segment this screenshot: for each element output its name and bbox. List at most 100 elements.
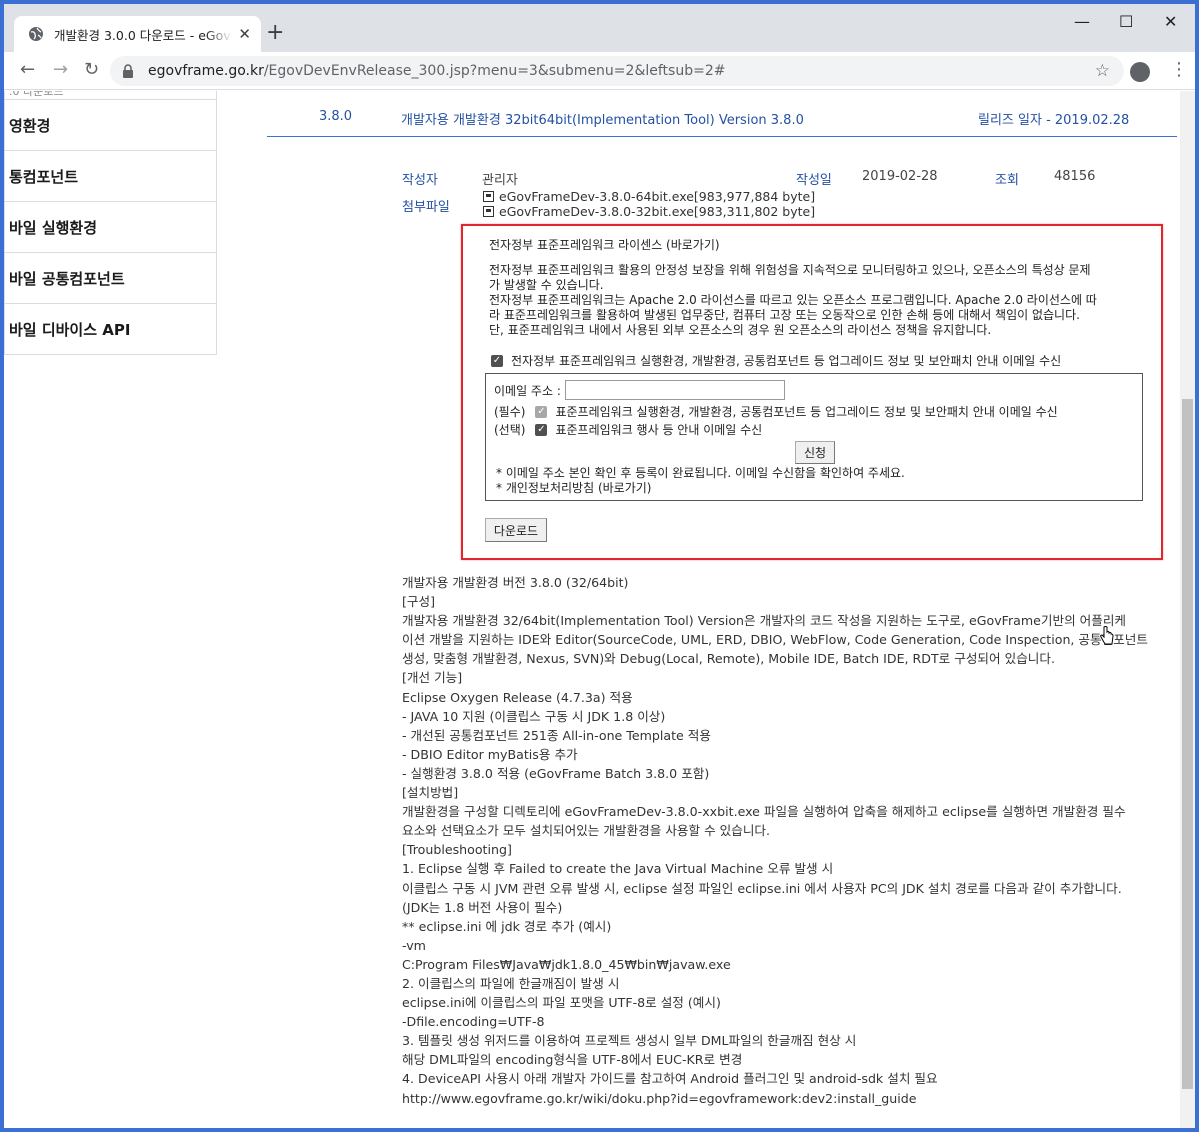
release-description: 개발자용 개발환경 버전 3.8.0 (32/64bit) [구성] 개발자용 …	[402, 573, 1162, 1108]
sidebar-item-mobile-common-component[interactable]: 바일 공통컴포넌트	[4, 253, 217, 304]
release-header: 3.8.0 개발자용 개발환경 32bit64bit(Implementatio…	[267, 91, 1177, 137]
tab-strip: 개발환경 3.0.0 다운로드 - eGovFrame ✕ + — ☐ ✕	[4, 4, 1195, 52]
scrollbar-thumb[interactable]	[1182, 399, 1193, 1089]
sidebar-item-operation-env[interactable]: 영환경	[4, 100, 217, 151]
description-line: -vm	[402, 937, 426, 953]
minimize-button[interactable]: —	[1074, 14, 1090, 30]
required-label: 표준프레임워크 실행환경, 개발환경, 공통컴포넌트 등 업그레이드 정보 및 …	[555, 405, 1058, 419]
description-line: eclipse.ini에 이클립스의 파일 포맷을 UTF-8로 설정 (예시)	[402, 995, 721, 1011]
release-date: 릴리즈 일자 - 2019.02.28	[978, 113, 1130, 128]
license-text: 전자정부 표준프레임워크 활용의 안정성 보장을 위해 위험성을 지속적으로 모…	[489, 263, 1149, 338]
description-line: ** eclipse.ini 에 jdk 경로 추가 (예시)	[402, 918, 612, 934]
description-line: - 실행환경 3.8.0 적용 (eGovFrame Batch 3.8.0 포…	[402, 765, 710, 781]
attachment-filename: eGovFrameDev-3.8.0-32bit.exe[983,311,802…	[499, 204, 816, 219]
disk-icon	[483, 191, 494, 202]
release-version: 3.8.0	[319, 109, 353, 124]
description-line: 생성, 맞춤형 개발환경, Nexus, SVN)와 Debug(Local, …	[402, 651, 1055, 667]
description-link[interactable]: http://www.egovframe.go.kr/wiki/doku.php…	[402, 1089, 1162, 1108]
required-checkbox: ✓	[535, 405, 548, 418]
license-line: 전자정부 표준프레임워크는 Apache 2.0 라이선스를 따르고 있는 오픈…	[489, 293, 1097, 307]
download-button[interactable]: 다운로드	[485, 518, 547, 542]
sidebar-item-mobile-runtime[interactable]: 바일 실행환경	[4, 202, 217, 253]
description-line: [개선 기능]	[402, 670, 463, 686]
license-line: 가 발생할 수 있습니다.	[489, 278, 604, 292]
description-line: 해당 DML파일의 encoding형식을 UTF-8에서 EUC-KR로 변경	[402, 1052, 743, 1068]
email-row: 이메일 주소 :	[494, 380, 785, 400]
menu-kebab-icon[interactable]: ⋮	[1170, 59, 1188, 80]
subscribe-checkbox[interactable]: ✓	[491, 354, 503, 367]
description-line: - JAVA 10 지원 (이클립스 구동 시 JDK 1.8 이상)	[402, 708, 666, 724]
description-line: 3. 템플릿 생성 위저드를 이용하여 프로젝트 생성시 일부 DML파일의 한…	[402, 1033, 857, 1049]
subscribe-label: 전자정부 표준프레임워크 실행환경, 개발환경, 공통컴포넌트 등 업그레이드 …	[511, 354, 1062, 368]
email-input[interactable]	[564, 380, 785, 400]
date-label: 작성일	[796, 173, 832, 188]
page-content: .0 다운로드 영환경 통컴포넌트 바일 실행환경 바일 공통컴포넌트 바일 디…	[4, 91, 1180, 1128]
optional-checkbox[interactable]: ✓	[535, 423, 548, 436]
vertical-scrollbar[interactable]	[1180, 91, 1195, 1128]
email-label: 이메일 주소 :	[494, 383, 561, 398]
globe-icon	[29, 27, 43, 41]
url-path: /EgovDevEnvRelease_300.jsp?menu=3&submen…	[263, 63, 726, 79]
description-line: - 개선된 공통컴포넌트 251종 All-in-one Template 적용	[402, 727, 711, 743]
sidebar-item-download[interactable]: .0 다운로드	[4, 91, 217, 100]
optional-row: (선택) ✓ 표준프레임워크 행사 등 안내 이메일 수신	[494, 421, 762, 438]
description-line: (JDK는 1.8 버전 사용이 필수)	[402, 899, 563, 915]
description-line: - DBIO Editor myBatis용 추가	[402, 746, 578, 762]
required-row: (필수) ✓ 표준프레임워크 실행환경, 개발환경, 공통컴포넌트 등 업그레이…	[494, 403, 1058, 420]
license-line: 단, 표준프레임워크 내에서 사용된 외부 오픈소스의 경우 원 오픈소스의 라…	[489, 323, 992, 337]
views-label: 조회	[995, 173, 1019, 188]
email-subscription-box: 이메일 주소 : (필수) ✓ 표준프레임워크 실행환경, 개발환경, 공통컴포…	[485, 373, 1143, 501]
privacy-policy-link[interactable]: * 개인정보처리방침 (바로가기)	[496, 479, 651, 496]
attachment-link-32bit[interactable]: eGovFrameDev-3.8.0-32bit.exe[983,311,802…	[483, 204, 815, 219]
sidebar: .0 다운로드 영환경 통컴포넌트 바일 실행환경 바일 공통컴포넌트 바일 디…	[4, 91, 217, 355]
attachment-link-64bit[interactable]: eGovFrameDev-3.8.0-64bit.exe[983,977,884…	[483, 189, 815, 204]
url-host: egovframe.go.kr	[148, 63, 264, 79]
description-line: 이션 개발을 지원하는 IDE와 Editor(SourceCode, UML,…	[402, 632, 1148, 648]
required-prefix: (필수)	[494, 405, 526, 419]
apply-button[interactable]: 신청	[795, 441, 835, 464]
browser-tab[interactable]: 개발환경 3.0.0 다운로드 - eGovFrame ✕	[14, 16, 261, 52]
bookmark-star-icon[interactable]: ☆	[1095, 61, 1110, 81]
address-bar[interactable]: egovframe.go.kr/EgovDevEnvRelease_300.js…	[110, 56, 1124, 86]
description-line: 이클립스 구동 시 JVM 관련 오류 발생 시, eclipse 설정 파일인…	[402, 880, 1122, 896]
disk-icon	[483, 206, 494, 217]
description-line: Eclipse Oxygen Release (4.7.3a) 적용	[402, 689, 633, 705]
attachment-filename: eGovFrameDev-3.8.0-64bit.exe[983,977,884…	[499, 189, 816, 204]
description-line: -Dfile.encoding=UTF-8	[402, 1014, 545, 1030]
date-value: 2019-02-28	[862, 169, 938, 184]
sidebar-item-common-component[interactable]: 통컴포넌트	[4, 151, 217, 202]
views-value: 48156	[1054, 169, 1096, 184]
license-line: 전자정부 표준프레임워크 활용의 안정성 보장을 위해 위험성을 지속적으로 모…	[489, 263, 1091, 277]
profile-avatar-icon[interactable]	[1130, 62, 1150, 82]
lock-icon	[123, 64, 133, 78]
description-line: 개발자용 개발환경 버전 3.8.0 (32/64bit)	[402, 575, 629, 590]
author-label: 작성자	[402, 173, 438, 188]
url-text: egovframe.go.kr/EgovDevEnvRelease_300.js…	[148, 63, 725, 79]
description-line: 1. Eclipse 실행 후 Failed to create the Jav…	[402, 861, 834, 877]
attachment-label: 첨부파일	[402, 200, 450, 215]
description-line: [설치방법]	[402, 785, 459, 801]
license-link[interactable]: 전자정부 표준프레임워크 라이센스 (바로가기)	[489, 236, 720, 253]
description-line: 개발자용 개발환경 32/64bit(Implementation Tool) …	[402, 613, 1127, 629]
forward-button[interactable]: →	[53, 60, 68, 80]
new-tab-button[interactable]: +	[266, 22, 284, 44]
description-line: [구성]	[402, 594, 435, 610]
tab-close-icon[interactable]: ✕	[238, 25, 251, 43]
author-value: 관리자	[482, 173, 518, 188]
subscribe-checkbox-row[interactable]: ✓ 전자정부 표준프레임워크 실행환경, 개발환경, 공통컴포넌트 등 업그레이…	[491, 352, 1061, 369]
maximize-button[interactable]: ☐	[1119, 14, 1133, 30]
description-line: 요소와 선택요소가 모두 설치되어있는 개발환경을 사용할 수 있습니다.	[402, 823, 771, 839]
description-line: [Troubleshooting]	[402, 842, 512, 858]
description-line: 개발환경을 구성할 디렉토리에 eGovFrameDev-3.8.0-xxbit…	[402, 804, 1126, 820]
tab-title: 개발환경 3.0.0 다운로드 - eGovFrame	[54, 27, 232, 43]
back-button[interactable]: ←	[20, 60, 35, 80]
license-download-box: 전자정부 표준프레임워크 라이센스 (바로가기) 전자정부 표준프레임워크 활용…	[461, 224, 1163, 560]
release-title: 개발자용 개발환경 32bit64bit(Implementation Tool…	[401, 113, 804, 128]
browser-toolbar: ← → ↻ egovframe.go.kr/EgovDevEnvRelease_…	[4, 52, 1195, 90]
optional-label: 표준프레임워크 행사 등 안내 이메일 수신	[555, 423, 763, 437]
sidebar-item-mobile-device-api[interactable]: 바일 디바이스 API	[4, 304, 217, 355]
description-line: 2. 이클립스의 파일에 한글깨짐이 발생 시	[402, 975, 620, 991]
reload-button[interactable]: ↻	[84, 60, 99, 80]
window-close-button[interactable]: ✕	[1164, 14, 1177, 30]
description-line: C:Program Files₩Java₩jdk1.8.0_45₩bin₩jav…	[402, 956, 731, 972]
